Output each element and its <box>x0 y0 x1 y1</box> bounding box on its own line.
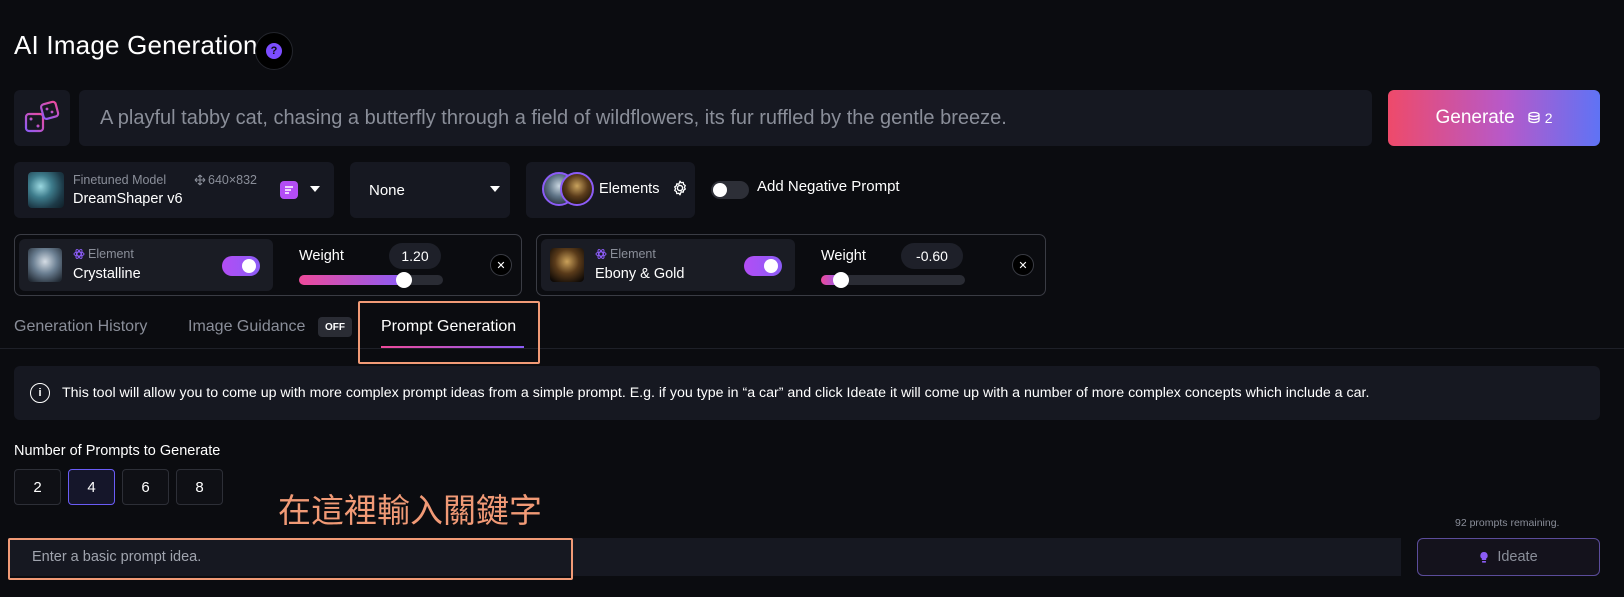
weight-slider-fill <box>299 275 404 285</box>
help-icon: ? <box>266 43 282 59</box>
weight-slider[interactable] <box>821 272 965 288</box>
dice-icon <box>24 100 60 133</box>
model-type-icon <box>280 181 298 199</box>
weight-label: Weight <box>821 248 866 264</box>
model-dimensions: 640×832 <box>194 173 257 187</box>
weight-slider[interactable] <box>299 272 443 288</box>
toggle-knob <box>242 259 256 273</box>
info-text: This tool will allow you to come up with… <box>62 385 1370 401</box>
element-card: Element Ebony & Gold <box>541 239 795 291</box>
prompt-input[interactable]: A playful tabby cat, chasing a butterfly… <box>79 90 1372 146</box>
model-name: DreamShaper v6 <box>73 191 183 207</box>
random-prompt-button[interactable] <box>14 90 70 146</box>
style-select[interactable]: None <box>350 162 510 218</box>
status-badge: OFF <box>318 317 352 337</box>
help-button[interactable]: ? <box>255 32 293 70</box>
model-subtitle: Finetuned Model <box>73 173 167 187</box>
negative-prompt-label: Add Negative Prompt <box>757 178 900 195</box>
num-prompts-label: Number of Prompts to Generate <box>14 443 221 459</box>
element-tag: Element <box>73 247 134 261</box>
prompt-text: A playful tabby cat, chasing a butterfly… <box>100 106 1007 129</box>
prompt-idea-input[interactable] <box>8 538 1401 576</box>
element-tag: Element <box>595 247 656 261</box>
atom-icon <box>73 249 85 259</box>
element-enable-toggle[interactable] <box>744 256 782 276</box>
atom-icon <box>595 249 607 259</box>
annotation-text: 在這裡輸入關鍵字 <box>278 491 542 530</box>
token-cost: 2 <box>1527 110 1553 126</box>
num-prompts-option-4[interactable]: 4 <box>68 469 115 505</box>
element-enable-toggle[interactable] <box>222 256 260 276</box>
page-title: AI Image Generation <box>14 30 258 60</box>
elements-button[interactable]: Elements <box>526 162 695 218</box>
generate-label: Generate <box>1435 107 1515 128</box>
tab-image-guidance[interactable]: Image Guidance <box>188 318 305 336</box>
model-thumbnail <box>28 172 64 208</box>
negative-prompt-toggle[interactable] <box>711 181 749 199</box>
lightbulb-icon <box>1480 551 1488 563</box>
style-select-value: None <box>369 181 405 199</box>
elements-label: Elements <box>599 181 660 197</box>
num-prompts-option-2[interactable]: 2 <box>14 469 61 505</box>
element-tag-label: Element <box>88 247 134 261</box>
info-icon: i <box>30 383 50 403</box>
tabs-divider <box>0 348 1624 349</box>
element-weight-panel: Element Crystalline Weight 1.20 ✕ <box>14 234 522 296</box>
ideate-label: Ideate <box>1497 549 1538 565</box>
model-selector[interactable]: Finetuned Model 640×832 DreamShaper v6 <box>14 162 334 218</box>
remove-element-button[interactable]: ✕ <box>490 254 512 276</box>
token-cost-value: 2 <box>1544 110 1553 126</box>
model-dimensions-value: 640×832 <box>208 173 258 187</box>
weight-value[interactable]: 1.20 <box>389 243 441 269</box>
tab-generation-history[interactable]: Generation History <box>14 318 147 336</box>
num-prompts-option-6[interactable]: 6 <box>122 469 169 505</box>
element-tag-label: Element <box>610 247 656 261</box>
toggle-knob <box>764 259 778 273</box>
tab-highlight-annotation <box>358 301 540 364</box>
element-card: Element Crystalline <box>19 239 273 291</box>
gear-icon[interactable] <box>671 179 689 197</box>
element-thumbnail <box>28 248 62 282</box>
weight-value[interactable]: -0.60 <box>901 243 963 269</box>
chevron-down-icon <box>490 186 500 192</box>
element-avatar-ebony-gold <box>560 172 594 206</box>
remove-element-button[interactable]: ✕ <box>1012 254 1034 276</box>
element-thumbnail <box>550 248 584 282</box>
info-banner: i This tool will allow you to come up wi… <box>14 366 1600 420</box>
element-weight-panel: Element Ebony & Gold Weight -0.60 ✕ <box>536 234 1046 296</box>
toggle-knob <box>713 183 727 197</box>
generate-button[interactable]: Generate 2 <box>1388 90 1600 146</box>
move-icon <box>194 174 206 186</box>
coins-icon <box>1528 111 1540 124</box>
prompts-remaining: 92 prompts remaining. <box>1455 517 1560 529</box>
element-name: Ebony & Gold <box>595 266 685 282</box>
weight-slider-handle[interactable] <box>396 272 412 288</box>
ideate-button[interactable]: Ideate <box>1417 538 1600 576</box>
num-prompts-option-8[interactable]: 8 <box>176 469 223 505</box>
weight-label: Weight <box>299 248 344 264</box>
chevron-down-icon <box>310 186 320 192</box>
element-name: Crystalline <box>73 266 141 282</box>
weight-slider-handle[interactable] <box>833 272 849 288</box>
